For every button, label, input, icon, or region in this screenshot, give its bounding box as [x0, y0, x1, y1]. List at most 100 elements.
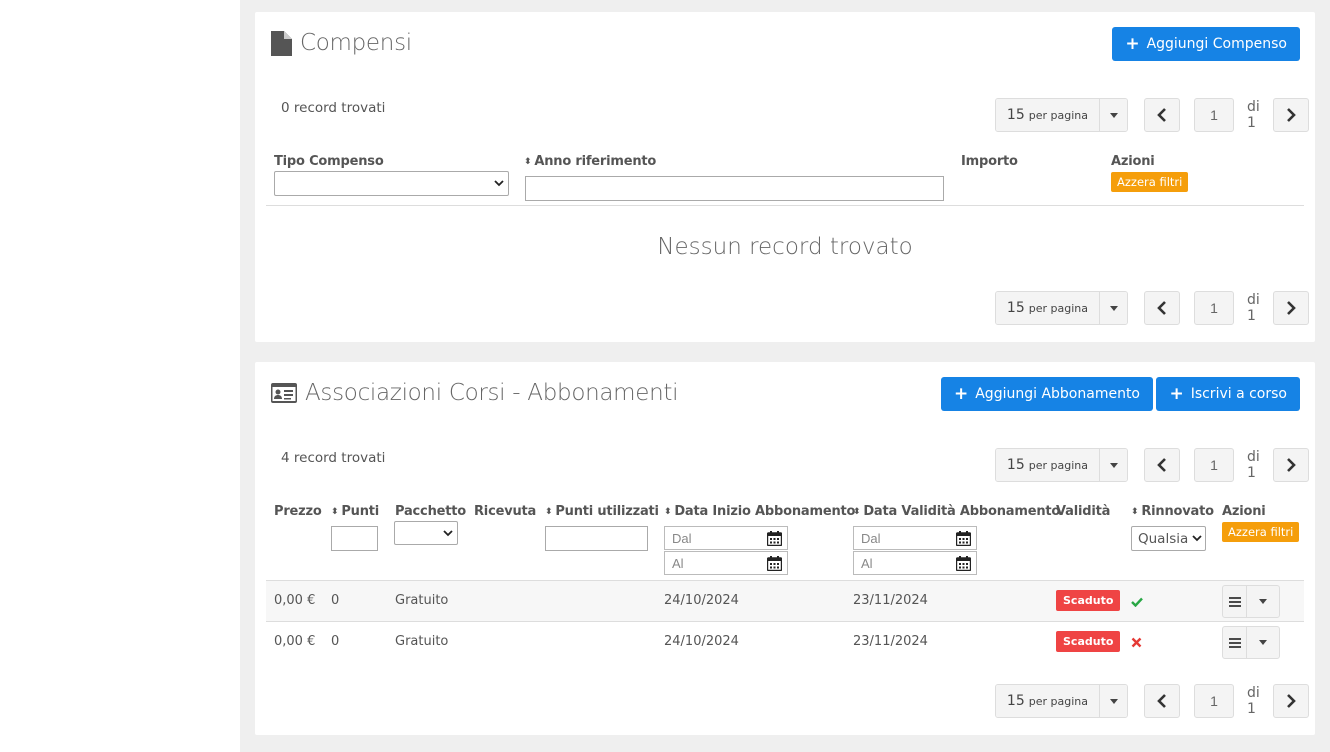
per-page-select[interactable]: 15 per pagina [994, 684, 1128, 718]
page-number-input[interactable]: 1 [1194, 291, 1234, 325]
col-anno-label: Anno riferimento [534, 154, 657, 169]
next-page-button[interactable] [1273, 684, 1309, 718]
status-badge: Scaduto [1056, 631, 1121, 652]
prev-page-button[interactable] [1144, 98, 1180, 132]
col-importo: Importo [961, 154, 1018, 169]
sort-icon: ⬍ [1131, 507, 1139, 517]
per-page-select[interactable]: 15 per pagina [994, 291, 1128, 325]
divider [266, 205, 1304, 206]
punti-utilizzati-input[interactable] [545, 526, 648, 551]
menu-icon[interactable] [1223, 627, 1247, 658]
reset-filters-button[interactable]: Azzera filtri [1222, 522, 1300, 542]
chevron-down-icon[interactable] [1247, 627, 1279, 658]
page-of: di 1 [1247, 449, 1260, 481]
col-data-validita[interactable]: ⬍ Data Validità Abbonamento [853, 504, 1060, 519]
chevron-down-icon[interactable] [1099, 685, 1127, 717]
calendar-icon[interactable] [767, 530, 782, 546]
col-rinnovato[interactable]: ⬍ Rinnovato [1131, 504, 1214, 519]
chevron-down-icon[interactable] [1099, 292, 1127, 324]
abbonamenti-title-text: Associazioni Corsi - Abbonamenti [305, 380, 679, 406]
cell-data-inizio: 24/10/2024 [664, 634, 739, 649]
next-page-button[interactable] [1273, 291, 1309, 325]
calendar-icon[interactable] [956, 530, 971, 546]
prev-page-button[interactable] [1144, 684, 1180, 718]
cell-pacchetto: Gratuito [395, 634, 449, 649]
enroll-course-button[interactable]: + Iscrivi a corso [1156, 377, 1300, 411]
pacchetto-select[interactable] [394, 521, 458, 545]
col-validita: Validità [1056, 504, 1111, 519]
cell-pacchetto: Gratuito [395, 593, 449, 608]
reset-filters-button[interactable]: Azzera filtri [1111, 172, 1189, 192]
per-page-select[interactable]: 15 per pagina [994, 448, 1128, 482]
data-validita-al-input[interactable]: Al [853, 551, 977, 575]
punti-input[interactable] [331, 526, 378, 551]
col-punti[interactable]: ⬍ Punti [331, 504, 379, 519]
data-inizio-dal-input[interactable]: Dal [664, 526, 788, 550]
compensi-title-text: Compensi [300, 30, 412, 56]
chevron-down-icon[interactable] [1247, 586, 1279, 617]
abbonamenti-panel: Associazioni Corsi - Abbonamenti + Aggiu… [255, 362, 1315, 735]
row-actions-dropdown[interactable] [1222, 585, 1280, 618]
abbonamenti-title: Associazioni Corsi - Abbonamenti [271, 380, 679, 406]
sort-icon: ⬍ [545, 507, 553, 517]
col-anno-riferimento[interactable]: ⬍ Anno riferimento [524, 154, 656, 169]
enroll-course-label: Iscrivi a corso [1190, 386, 1287, 402]
plus-icon: + [1169, 383, 1184, 404]
col-punti-utilizzati[interactable]: ⬍ Punti utilizzati [545, 504, 659, 519]
table-row: 0,00 € 0 Gratuito 24/10/2024 23/11/2024 … [266, 621, 1304, 662]
col-data-inizio[interactable]: ⬍ Data Inizio Abbonamento [664, 504, 855, 519]
add-compenso-button[interactable]: + Aggiungi Compenso [1112, 27, 1300, 61]
page-number-input[interactable]: 1 [1194, 98, 1234, 132]
chevron-down-icon[interactable] [1099, 99, 1127, 131]
menu-icon[interactable] [1223, 586, 1247, 617]
pager-bottom: 15 per pagina 1 di 1 [994, 291, 1309, 325]
data-validita-dal-input[interactable]: Dal [853, 526, 977, 550]
cell-data-validita: 23/11/2024 [853, 634, 928, 649]
col-punti-utilizzati-label: Punti utilizzati [555, 504, 659, 519]
add-abbonamento-button[interactable]: + Aggiungi Abbonamento [940, 377, 1153, 411]
page-number-input[interactable]: 1 [1194, 684, 1234, 718]
cross-icon [1131, 636, 1142, 651]
chevron-right-icon [1287, 458, 1296, 472]
per-page-value: 15 [1006, 107, 1025, 123]
id-card-icon [271, 383, 297, 403]
calendar-icon[interactable] [956, 555, 971, 571]
cell-prezzo: 0,00 € [274, 593, 316, 608]
pager-top: 15 per pagina 1 di 1 [994, 448, 1309, 482]
pager-bottom: 15 per pagina 1 di 1 [994, 684, 1309, 718]
next-page-button[interactable] [1273, 448, 1309, 482]
chevron-left-icon [1157, 108, 1166, 122]
per-page-suffix: per pagina [1028, 108, 1088, 122]
anno-riferimento-input[interactable] [525, 176, 944, 201]
check-icon [1131, 595, 1143, 610]
calendar-icon[interactable] [767, 555, 782, 571]
prev-page-button[interactable] [1144, 448, 1180, 482]
main-content: Compensi + Aggiungi Compenso 0 record tr… [240, 0, 1330, 752]
row-actions-dropdown[interactable] [1222, 626, 1280, 659]
sort-icon: ⬍ [853, 507, 861, 517]
sort-icon: ⬍ [331, 507, 339, 517]
page-of: di 1 [1247, 292, 1260, 324]
chevron-down-icon [1192, 535, 1202, 542]
cell-data-validita: 23/11/2024 [853, 593, 928, 608]
chevron-right-icon [1287, 694, 1296, 708]
cell-punti: 0 [331, 634, 340, 649]
col-ricevuta: Ricevuta [474, 504, 537, 519]
per-page-select[interactable]: 15 per pagina [994, 98, 1128, 132]
page-number-input[interactable]: 1 [1194, 448, 1234, 482]
chevron-down-icon[interactable] [1099, 449, 1127, 481]
add-compenso-label: Aggiungi Compenso [1146, 36, 1287, 52]
per-page-value: 15 [1006, 693, 1025, 709]
per-page-suffix: per pagina [1028, 301, 1088, 315]
per-page-suffix: per pagina [1028, 694, 1088, 708]
next-page-button[interactable] [1273, 98, 1309, 132]
prev-page-button[interactable] [1144, 291, 1180, 325]
data-inizio-al-input[interactable]: Al [664, 551, 788, 575]
dal-placeholder: Dal [672, 530, 692, 546]
col-data-validita-label: Data Validità Abbonamento [863, 504, 1061, 519]
cell-data-inizio: 24/10/2024 [664, 593, 739, 608]
chevron-right-icon [1287, 301, 1296, 315]
rinnovato-select[interactable]: Qualsiasi [1131, 526, 1206, 551]
tipo-compenso-select[interactable] [274, 171, 509, 196]
chevron-right-icon [1287, 108, 1296, 122]
